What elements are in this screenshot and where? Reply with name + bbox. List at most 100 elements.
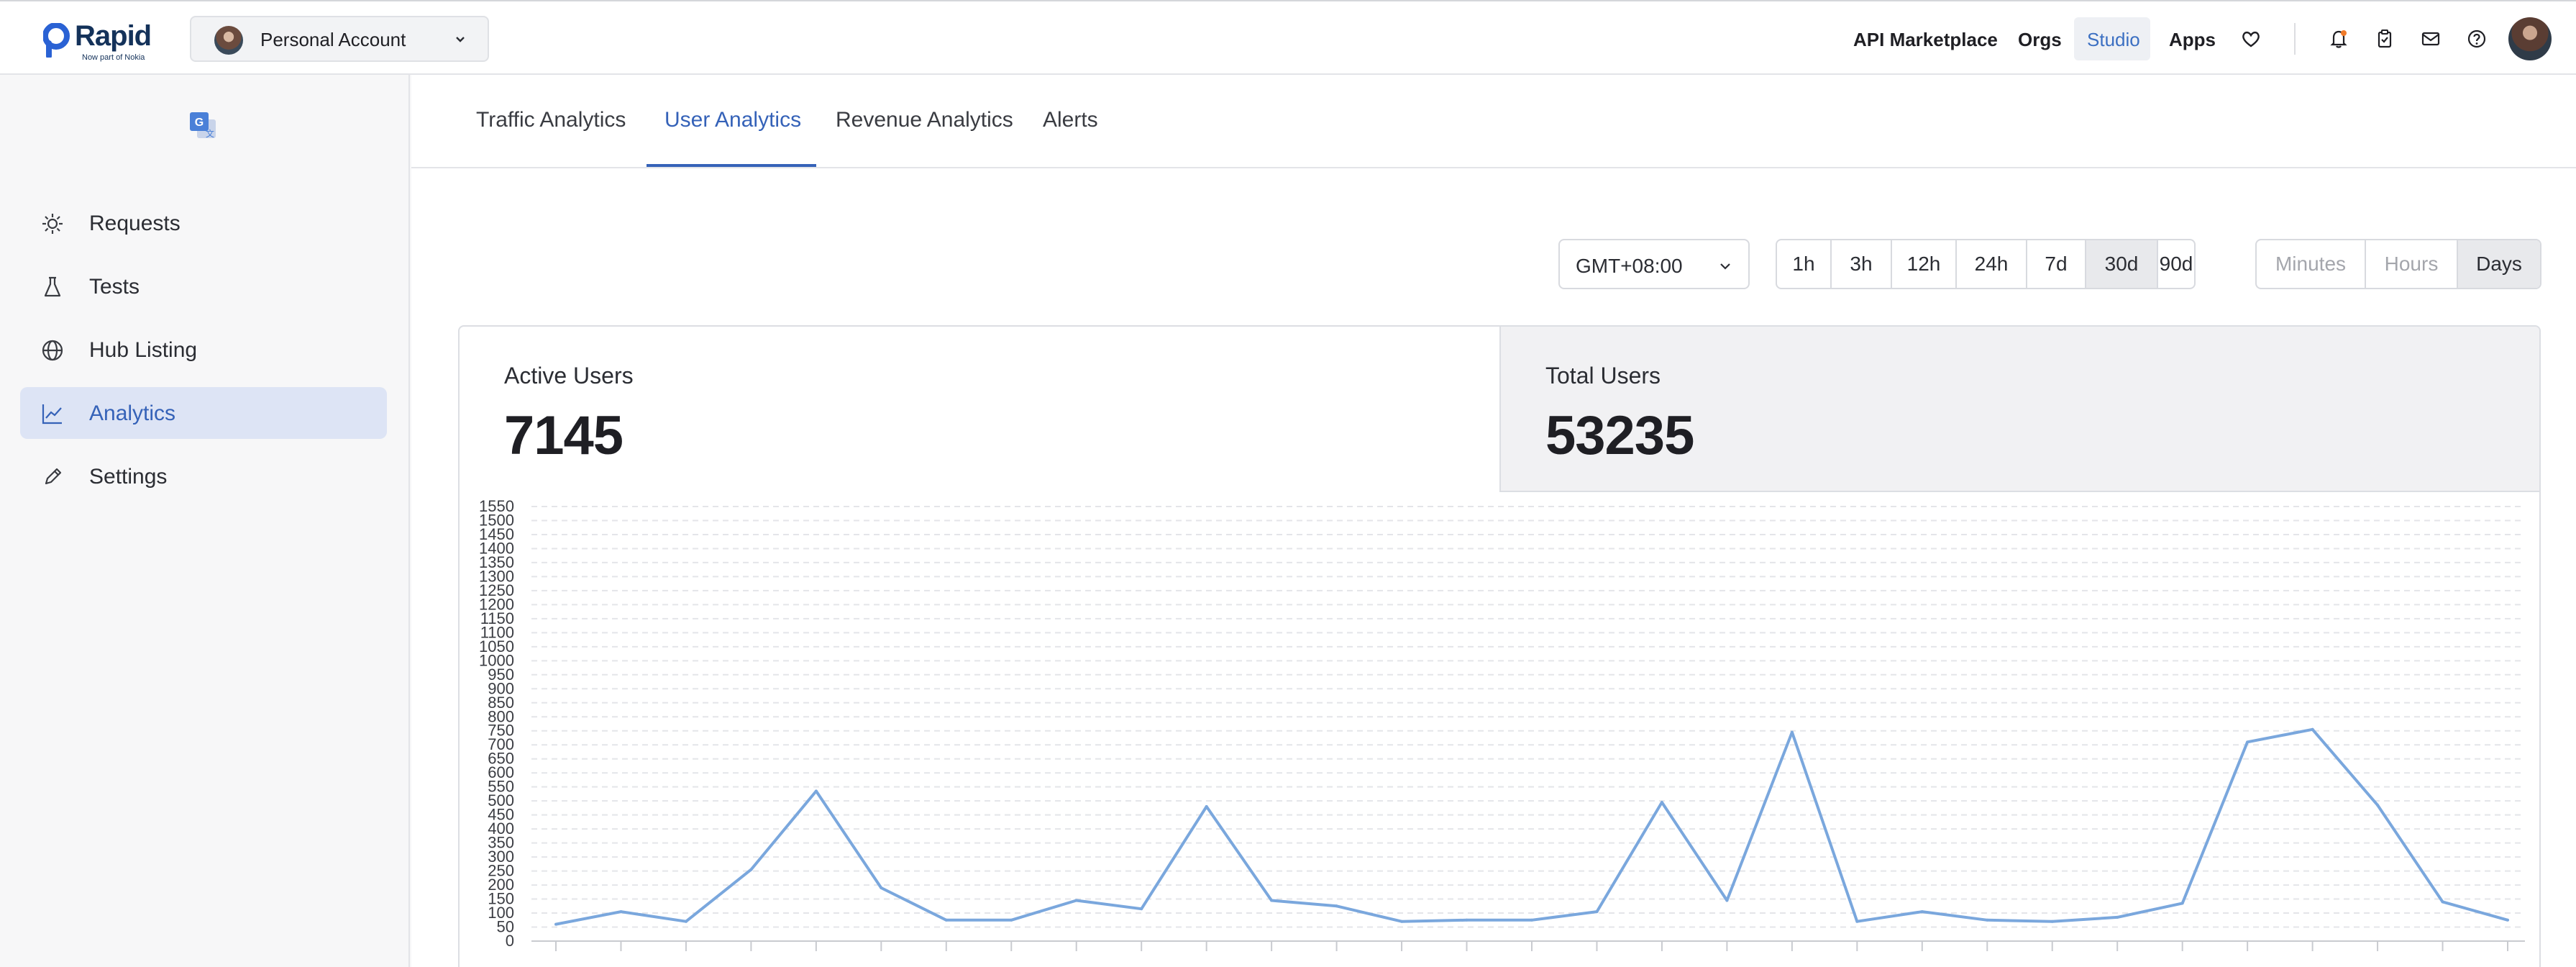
metric-value: 53235 [1545, 405, 1694, 466]
sidebar-item-label: Tests [89, 275, 140, 299]
data-point [1595, 910, 1599, 914]
chart-line-icon [42, 404, 62, 425]
sidebar-item-label: Settings [89, 465, 168, 489]
flask-icon [44, 276, 61, 297]
sidebar-item-tests[interactable]: Tests [20, 260, 387, 312]
tab-user-analytics[interactable]: User Analytics [664, 108, 801, 132]
range-90d-button[interactable]: 90d [2158, 240, 2194, 288]
sidebar: G 文 Requests Tests Hub Listing Analytics [0, 75, 410, 967]
data-point [1205, 804, 1208, 808]
data-point [1660, 801, 1663, 804]
sidebar-item-analytics[interactable]: Analytics [20, 387, 387, 439]
sidebar-item-label: Hub Listing [89, 338, 198, 362]
granularity-hours-button[interactable]: Hours [2366, 240, 2458, 288]
account-label: Personal Account [260, 29, 406, 50]
data-point [1790, 730, 1794, 734]
timezone-value: GMT+08:00 [1576, 255, 1683, 277]
data-point [814, 789, 818, 793]
chevron-down-icon [456, 37, 465, 42]
data-point [1335, 904, 1338, 908]
nav-studio[interactable]: Studio [2087, 29, 2140, 51]
data-point [554, 922, 557, 926]
sidebar-item-label: Requests [89, 212, 181, 235]
sidebar-item-label: Analytics [89, 401, 176, 425]
range-30d-button[interactable]: 30d [2086, 240, 2158, 288]
metric-label: Active Users [504, 363, 634, 389]
data-point [2506, 918, 2509, 922]
nav-api-marketplace[interactable]: API Marketplace [1853, 29, 1998, 51]
active-users-line-chart: 0501001502002503003504004505005506006507… [479, 497, 2525, 951]
data-point [1010, 918, 1013, 922]
range-12h-button[interactable]: 12h [1892, 240, 1957, 288]
nav-divider [2294, 23, 2296, 55]
data-point [2180, 902, 2184, 905]
user-avatar[interactable] [2508, 17, 2552, 60]
help-icon[interactable] [2465, 27, 2488, 50]
globe-icon [42, 340, 63, 361]
analytics-tabs: Traffic Analytics User Analytics Revenue… [411, 75, 2576, 168]
rapid-logo-icon [43, 23, 70, 58]
brand-tagline: Now part of Nokia [82, 53, 145, 62]
svg-text:G: G [195, 117, 204, 129]
data-point [684, 920, 688, 923]
timezone-select[interactable]: GMT+08:00 [1558, 239, 1750, 289]
clipboard-icon[interactable] [2373, 27, 2396, 50]
data-point [944, 918, 948, 922]
account-avatar [214, 26, 243, 55]
granularity-selector: Minutes Hours Days [2255, 239, 2541, 289]
metric-value: 7145 [504, 405, 624, 466]
range-3h-button[interactable]: 3h [1832, 240, 1892, 288]
user-analytics-card: Active Users 7145 Total Users 53235 0 50 1… [458, 325, 2541, 967]
active-users-metric[interactable]: Active Users 7145 [460, 327, 1499, 492]
data-point [2050, 920, 2054, 923]
data-point [2376, 804, 2380, 807]
data-point [1725, 899, 1729, 902]
range-7d-button[interactable]: 7d [2027, 240, 2086, 288]
requests-icon [42, 214, 63, 234]
bell-icon[interactable] [2327, 27, 2350, 50]
range-1h-button[interactable]: 1h [1777, 240, 1832, 288]
sidebar-item-requests[interactable]: Requests [20, 197, 387, 249]
data-point [1530, 918, 1533, 922]
tab-alerts[interactable]: Alerts [1043, 108, 1098, 132]
data-point [1074, 899, 1078, 902]
mail-icon[interactable] [2419, 27, 2442, 50]
data-point [1920, 910, 1924, 914]
total-users-metric[interactable]: Total Users 53235 [1499, 327, 2539, 492]
data-point [1986, 918, 1989, 922]
sidebar-item-hub-listing[interactable]: Hub Listing [20, 324, 387, 376]
data-point [1140, 907, 1143, 911]
pencil-icon [45, 468, 62, 485]
main-content: Traffic Analytics User Analytics Revenue… [411, 75, 2576, 967]
rapid-logo[interactable]: Rapid Now part of Nokia [43, 20, 165, 65]
data-point [1400, 920, 1404, 923]
tab-revenue-analytics[interactable]: Revenue Analytics [836, 108, 1013, 132]
data-point [2311, 727, 2314, 731]
sidebar-item-settings[interactable]: Settings [20, 450, 387, 502]
chevron-down-icon [1720, 263, 1730, 270]
data-point [1270, 899, 1274, 902]
brand-name: Rapid [75, 20, 152, 52]
data-point [1855, 920, 1859, 923]
tab-traffic-analytics[interactable]: Traffic Analytics [476, 108, 626, 132]
translate-icon[interactable]: G 文 [187, 109, 219, 141]
heart-icon[interactable] [2239, 27, 2262, 50]
y-tick-label: 1550 [479, 497, 514, 515]
nav-orgs[interactable]: Orgs [2018, 29, 2062, 51]
metric-label: Total Users [1545, 363, 1661, 389]
nav-apps[interactable]: Apps [2169, 29, 2216, 51]
data-point [2246, 740, 2250, 744]
data-point [619, 910, 623, 914]
top-bar: Rapid Now part of Nokia Personal Account… [0, 0, 2576, 75]
svg-text:文: 文 [206, 128, 214, 139]
data-point [2441, 900, 2444, 904]
data-point [1465, 918, 1469, 922]
granularity-minutes-button[interactable]: Minutes [2257, 240, 2366, 288]
data-point [749, 868, 753, 871]
account-switcher[interactable]: Personal Account [190, 16, 489, 62]
time-range-selector: 1h 3h 12h 24h 7d 30d 90d [1776, 239, 2196, 289]
granularity-days-button[interactable]: Days [2458, 240, 2540, 288]
data-point [880, 886, 883, 889]
active-tab-indicator [647, 164, 816, 167]
range-24h-button[interactable]: 24h [1957, 240, 2027, 288]
